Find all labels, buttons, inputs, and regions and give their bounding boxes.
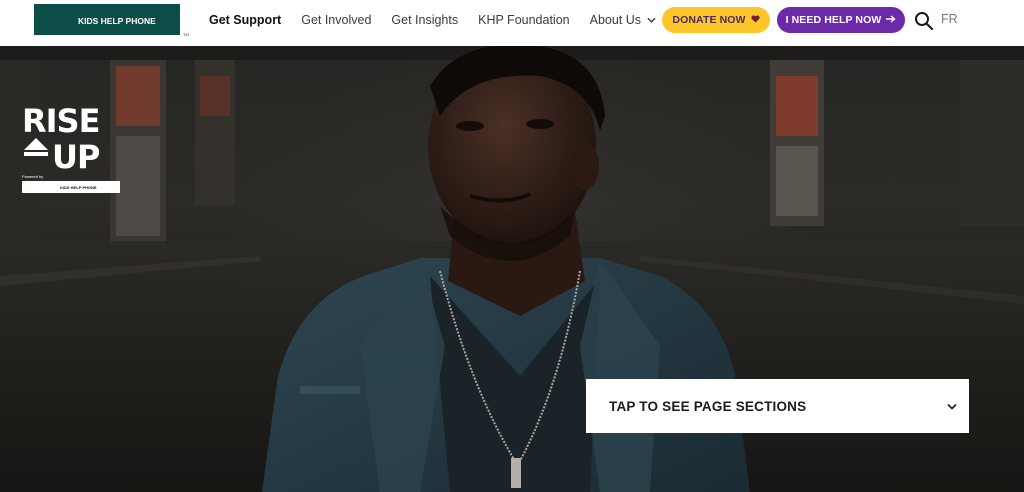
logo-text: KIDS HELP PHONE [78, 16, 156, 26]
kids-help-phone-logo[interactable]: K KIDS HELP PHONE TM [34, 4, 190, 38]
main-navigation: Get Support Get Involved Get Insights KH… [209, 0, 676, 40]
rise-up-logo-line1: RISE [22, 102, 99, 140]
hero-banner: RISE UP Powered by KIDS HELP PHONE TAP T… [0, 46, 1024, 492]
site-header: K KIDS HELP PHONE TM Get Support Get Inv… [0, 0, 1024, 46]
heart-icon [750, 14, 760, 26]
chevron-down-icon [647, 17, 656, 23]
i-need-help-now-label: I NEED HELP NOW [785, 14, 882, 26]
nav-get-involved-label: Get Involved [301, 13, 372, 27]
arrow-right-icon [886, 14, 896, 26]
nav-get-involved[interactable]: Get Involved [301, 13, 371, 27]
svg-text:TM: TM [183, 32, 189, 37]
nav-about-us-label: About Us [589, 13, 642, 27]
nav-get-support[interactable]: Get Support [209, 13, 281, 27]
rise-up-logo-line2: UP [52, 138, 100, 176]
donate-now-button[interactable]: DONATE NOW [662, 7, 770, 33]
i-need-help-now-button[interactable]: I NEED HELP NOW [777, 7, 905, 33]
rise-up-powered-by: Powered by [22, 174, 43, 179]
nav-about-us[interactable]: About Us [590, 13, 656, 27]
nav-get-insights-label: Get Insights [391, 13, 459, 27]
page-sections-toggle[interactable]: TAP TO SEE PAGE SECTIONS [586, 379, 969, 433]
rise-up-logo: RISE UP Powered by KIDS HELP PHONE [22, 102, 120, 193]
search-icon[interactable] [914, 11, 934, 31]
nav-get-support-label: Get Support [209, 13, 282, 27]
chevron-down-icon [947, 403, 957, 410]
nav-khp-foundation-label: KHP Foundation [478, 13, 570, 27]
language-toggle[interactable]: FR [941, 12, 958, 26]
donate-now-label: DONATE NOW [672, 14, 746, 26]
rise-up-sub-brand: KIDS HELP PHONE [60, 185, 97, 190]
nav-get-insights[interactable]: Get Insights [391, 13, 458, 27]
nav-khp-foundation[interactable]: KHP Foundation [478, 13, 570, 27]
page-sections-label: TAP TO SEE PAGE SECTIONS [609, 398, 807, 414]
